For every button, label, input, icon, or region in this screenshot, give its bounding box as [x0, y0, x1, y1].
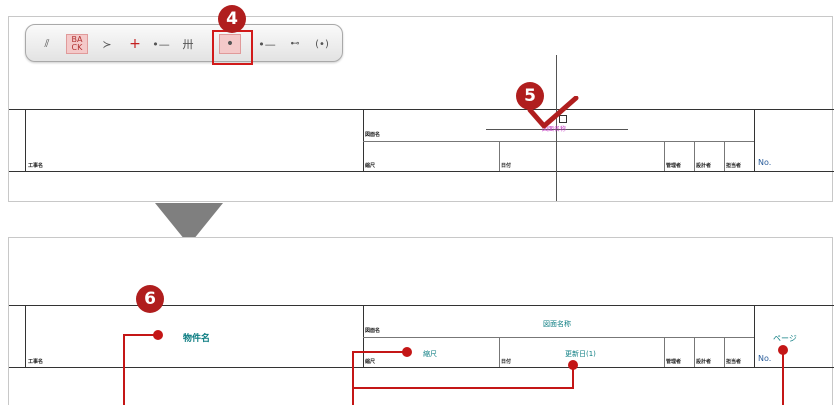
titleblock-divider: [363, 109, 364, 171]
drawing-title-field: 図面名称: [543, 320, 571, 328]
arrow-snap-icon[interactable]: ≻: [96, 34, 118, 54]
check-icon: [527, 96, 579, 129]
drawing-name-label: 図面名: [365, 132, 381, 138]
titleblock-cell-divider: [664, 141, 665, 171]
mid-point-icon[interactable]: •—: [256, 34, 278, 54]
leader-line: [352, 351, 354, 405]
titleblock-top-border: [9, 109, 834, 110]
titleblock-right-divider: [754, 109, 755, 171]
approver-label: 管理者: [666, 359, 682, 365]
leader-line: [123, 334, 125, 405]
charge-label: 担当者: [726, 359, 742, 365]
leader-line: [782, 350, 784, 405]
end-point-icon[interactable]: •—: [150, 34, 172, 54]
scale-label: 縮尺: [365, 163, 376, 169]
titleblock-cell-divider: [499, 141, 500, 171]
charge-label: 担当者: [726, 163, 742, 169]
drawing-panel-after: 図面名 縮尺 日付 管理者 設計者 担当者 工事名 No. 図面名称 物件名 縮…: [8, 237, 834, 405]
titleblock-row-divider: [363, 141, 754, 142]
step-6-badge: 6: [136, 285, 164, 313]
scale-value-field: 縮尺: [423, 350, 437, 358]
titleblock-cell-divider: [724, 337, 725, 367]
cross-point-icon[interactable]: +: [124, 34, 146, 54]
titleblock-cell-divider: [664, 337, 665, 367]
titleblock-bottom-border: [9, 171, 834, 172]
titleblock-row-divider: [363, 337, 754, 338]
project-label: 工事名: [28, 163, 44, 169]
grid-icon[interactable]: 卅: [177, 34, 199, 54]
titleblock-bottom-border: [9, 367, 834, 368]
page-field: ページ: [773, 334, 797, 343]
update-date-field: 更新日(1): [565, 350, 596, 358]
designer-label: 設計者: [696, 359, 712, 365]
leader-line: [353, 387, 574, 389]
date-label: 日付: [501, 359, 512, 365]
property-name-field: 物件名: [183, 334, 211, 344]
titleblock-cell-divider: [694, 337, 695, 367]
leader-line: [353, 351, 405, 353]
titleblock-cell-divider: [724, 141, 725, 171]
titleblock-cell-divider: [499, 337, 500, 367]
scale-label: 縮尺: [365, 359, 376, 365]
titleblock-left-border: [25, 305, 26, 367]
snap-toolbar: ⫽ BA CK ≻ + •— 卅 • •— ⊷ (•): [25, 24, 343, 62]
designer-label: 設計者: [696, 163, 712, 169]
distance-icon[interactable]: ⊷: [284, 34, 306, 54]
parallel-lines-icon[interactable]: ⫽: [36, 34, 58, 54]
approver-label: 管理者: [666, 163, 682, 169]
no-label: No.: [758, 158, 772, 167]
titleblock-divider: [363, 305, 364, 367]
titleblock-top-border: [9, 305, 834, 306]
date-label: 日付: [501, 163, 512, 169]
center-icon[interactable]: (•): [311, 34, 333, 54]
titleblock-right-divider: [754, 305, 755, 367]
back-icon[interactable]: BA CK: [66, 34, 88, 54]
leader-line: [124, 334, 156, 336]
step-4-badge: 4: [218, 5, 246, 33]
titleblock-left-border: [25, 109, 26, 171]
selected-tool-highlight: [212, 30, 253, 65]
titleblock-cell-divider: [694, 141, 695, 171]
no-label: No.: [758, 354, 772, 363]
leader-line: [572, 365, 574, 388]
drawing-name-label: 図面名: [365, 328, 381, 334]
project-label: 工事名: [28, 359, 44, 365]
